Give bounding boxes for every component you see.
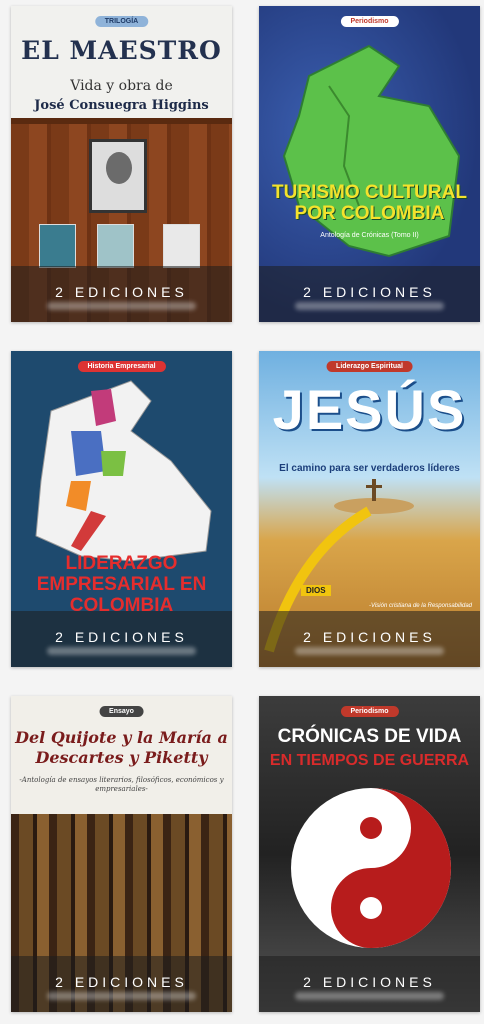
book-subtitle: Vida y obra de bbox=[70, 78, 173, 94]
book-card-turismo-cultural[interactable]: Periodismo TURISMO CULTURAL POR COLOMBIA… bbox=[259, 6, 480, 322]
editions-overlay: 2 EDICIONES bbox=[259, 611, 480, 667]
book-card-liderazgo-empresarial[interactable]: Historia Empresarial LIDERAZGO EMPRESARI… bbox=[11, 351, 232, 667]
book-card-del-quijote[interactable]: Ensayo Del Quijote y la María a Descarte… bbox=[11, 696, 232, 1012]
book-card-el-maestro[interactable]: TRILOGÍA EL MAESTRO Vida y obra de José … bbox=[11, 6, 232, 322]
book-thumbnail bbox=[39, 224, 76, 268]
blurred-caption bbox=[295, 302, 444, 310]
editions-overlay: 2 EDICIONES bbox=[11, 611, 232, 667]
book-card-jesus[interactable]: Liderazgo Espiritual JESÚS El camino par… bbox=[259, 351, 480, 667]
book-subtitle: -Antología de ensayos literarios, filosó… bbox=[19, 776, 224, 793]
book-title: Del Quijote y la María a Descartes y Pik… bbox=[15, 728, 228, 767]
blurred-caption bbox=[47, 302, 196, 310]
editions-label: 2 EDICIONES bbox=[303, 974, 436, 990]
category-badge: TRILOGÍA bbox=[94, 16, 149, 27]
blurred-caption bbox=[47, 647, 196, 655]
editions-label: 2 EDICIONES bbox=[303, 629, 436, 645]
book-card-cronicas-de-vida[interactable]: Periodismo CRÓNICAS DE VIDA EN TIEMPOS D… bbox=[259, 696, 480, 1012]
editions-overlay: 2 EDICIONES bbox=[259, 956, 480, 1012]
editions-label: 2 EDICIONES bbox=[55, 629, 188, 645]
blurred-caption bbox=[295, 647, 444, 655]
editions-overlay: 2 EDICIONES bbox=[11, 956, 232, 1012]
book-footer: -Visión cristiana de la Responsabilidad bbox=[369, 603, 472, 609]
book-thumbnail bbox=[163, 224, 200, 268]
dios-sign: DIOS bbox=[301, 585, 331, 596]
book-title: TURISMO CULTURAL POR COLOMBIA bbox=[272, 182, 467, 224]
book-author: José Consuegra Higgins bbox=[34, 98, 209, 113]
book-subtitle: Antología de Crónicas (Tomo II) bbox=[320, 232, 419, 239]
editions-overlay: 2 EDICIONES bbox=[11, 266, 232, 322]
editions-label: 2 EDICIONES bbox=[303, 284, 436, 300]
blurred-caption bbox=[47, 992, 196, 1000]
editions-label: 2 EDICIONES bbox=[55, 284, 188, 300]
book-title: LIDERAZGO EMPRESARIAL EN COLOMBIA bbox=[36, 553, 207, 616]
portrait-image bbox=[89, 139, 147, 213]
editions-overlay: 2 EDICIONES bbox=[259, 266, 480, 322]
book-thumbnail bbox=[97, 224, 134, 268]
category-badge: Ensayo bbox=[99, 706, 144, 717]
book-title: EL MAESTRO bbox=[21, 36, 222, 65]
blurred-caption bbox=[295, 992, 444, 1000]
editions-label: 2 EDICIONES bbox=[55, 974, 188, 990]
